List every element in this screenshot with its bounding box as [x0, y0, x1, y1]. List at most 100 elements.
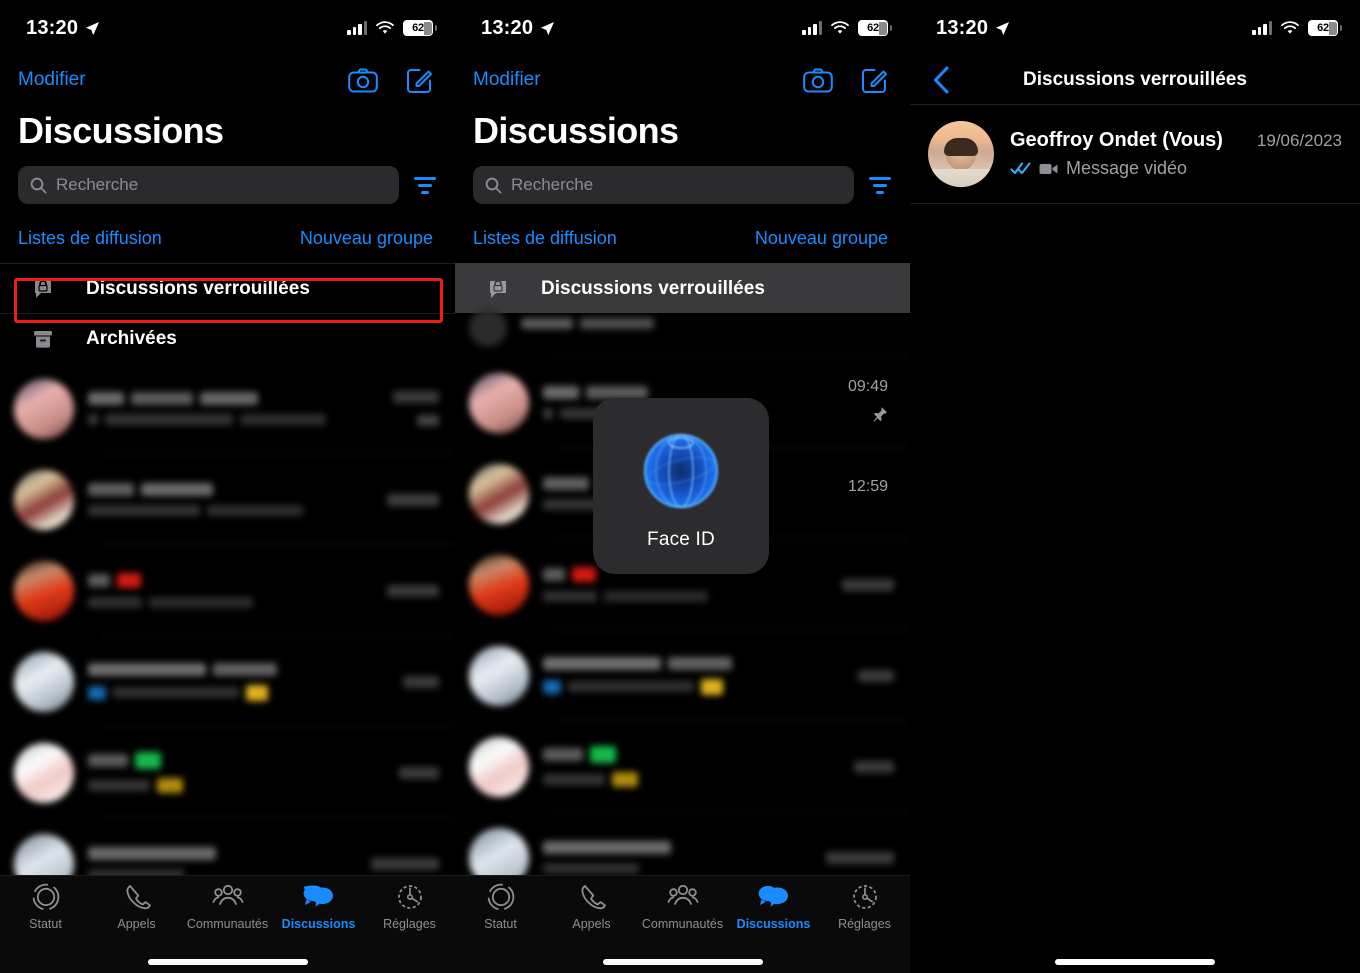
tab-label: Réglages [383, 917, 436, 931]
chat-bubbles-icon [758, 885, 788, 907]
chat-timestamp: 12:59 [847, 478, 888, 495]
chat-meta [365, 766, 439, 779]
locked-chat-content: Geoffroy Ondet (Vous) 19/06/2023 Message… [994, 129, 1342, 179]
tab-label: Discussions [736, 917, 811, 931]
edit-button[interactable]: Modifier [473, 69, 541, 91]
quick-links: Listes de diffusion Nouveau groupe [0, 204, 455, 263]
chat-list-item[interactable] [455, 299, 910, 357]
location-arrow-icon [996, 21, 1010, 35]
chat-preview [74, 662, 365, 701]
chat-list-item[interactable] [0, 727, 455, 818]
broadcast-lists-link[interactable]: Listes de diffusion [473, 228, 617, 249]
chat-list-item[interactable] [0, 363, 455, 454]
tab-label: Réglages [838, 917, 891, 931]
page-title: Discussions [18, 110, 224, 151]
chat-meta [820, 760, 894, 773]
chat-list-item[interactable] [455, 721, 910, 812]
status-bar-left: 13:20 [936, 17, 1010, 40]
avatar [14, 651, 74, 712]
chat-meta [365, 391, 439, 426]
archive-box-icon [0, 327, 86, 351]
tab-discussions[interactable]: Discussions [728, 882, 819, 931]
tab-discussions[interactable]: Discussions [273, 882, 364, 931]
tab-communautes[interactable]: Communautés [182, 882, 273, 931]
locked-chat-icon [0, 276, 86, 302]
avatar [14, 378, 74, 439]
chat-timestamp: 09:49 [848, 378, 888, 422]
search-input[interactable]: Recherche [18, 166, 399, 204]
avatar [469, 463, 529, 524]
tab-bar: Statut Appels Communautés Discussions Ré… [0, 875, 455, 973]
tab-reglages[interactable]: Réglages [364, 882, 455, 931]
search-row: Recherche [455, 152, 910, 204]
chat-preview [74, 483, 365, 516]
search-placeholder: Recherche [511, 175, 594, 194]
locked-chats-label: Discussions verrouillées [541, 277, 765, 299]
face-id-label: Face ID [647, 529, 715, 550]
compose-icon[interactable] [861, 67, 888, 94]
panel-face-id-prompt: 13:20 62 Modifier Discussions Recherche … [455, 0, 910, 973]
tab-appels[interactable]: Appels [546, 882, 637, 931]
edit-button[interactable]: Modifier [18, 69, 86, 91]
camera-icon[interactable] [803, 67, 833, 93]
chat-meta [365, 584, 439, 597]
broadcast-lists-link[interactable]: Listes de diffusion [18, 228, 162, 249]
face-id-orb-icon [643, 433, 719, 509]
chat-list-item[interactable] [0, 454, 455, 545]
phone-icon [580, 885, 606, 910]
contact-name: Geoffroy Ondet (Vous) [1010, 129, 1223, 151]
status-bar-right: 62 [347, 20, 437, 36]
phone-icon [125, 885, 151, 910]
filter-icon[interactable] [868, 176, 892, 194]
locked-chats-label: Discussions verrouillées [86, 277, 310, 299]
chat-preview [529, 656, 820, 695]
status-bar: 13:20 62 [455, 0, 910, 56]
tab-appels[interactable]: Appels [91, 882, 182, 931]
tab-bar: Statut Appels Communautés Discussions Ré… [455, 875, 910, 973]
avatar [928, 121, 994, 187]
compose-icon[interactable] [406, 67, 433, 94]
locked-chat-list-item[interactable]: Geoffroy Ondet (Vous) 19/06/2023 Message… [910, 104, 1360, 204]
double-check-read-icon [1010, 162, 1031, 175]
message-date: 19/06/2023 [1256, 131, 1342, 150]
chat-preview [529, 746, 820, 787]
wifi-icon [376, 20, 394, 34]
cellular-signal-icon [347, 21, 367, 35]
locked-chats-row[interactable]: Discussions verrouillées [0, 263, 455, 313]
search-input[interactable]: Recherche [473, 166, 854, 204]
chat-preview [507, 318, 894, 338]
communities-people-icon [667, 884, 698, 905]
avatar [469, 736, 529, 797]
new-group-link[interactable]: Nouveau groupe [755, 228, 888, 249]
tab-label: Statut [29, 917, 62, 931]
search-icon [30, 177, 47, 193]
face-id-overlay: Face ID [593, 398, 769, 574]
archived-row[interactable]: Archivées [0, 313, 455, 363]
chat-list-item[interactable] [0, 636, 455, 727]
tab-statut[interactable]: Statut [455, 882, 546, 931]
tab-label: Communautés [186, 917, 269, 931]
home-indicator [147, 959, 308, 965]
location-arrow-icon [86, 21, 100, 35]
new-group-link[interactable]: Nouveau groupe [300, 228, 433, 249]
status-bar-time: 13:20 [481, 16, 534, 39]
tab-communautes[interactable]: Communautés [637, 882, 728, 931]
chat-preview [74, 752, 365, 793]
video-camera-icon [1039, 163, 1058, 174]
filter-icon[interactable] [413, 176, 437, 194]
chat-list-item[interactable] [0, 545, 455, 636]
nav-actions [803, 67, 888, 94]
chat-meta [365, 675, 439, 688]
status-ring-icon [32, 883, 59, 911]
camera-icon[interactable] [348, 67, 378, 93]
tab-reglages[interactable]: Réglages [819, 882, 910, 931]
search-row: Recherche [0, 152, 455, 204]
tab-statut[interactable]: Statut [0, 882, 91, 931]
chat-preview [74, 392, 365, 425]
chat-meta [820, 578, 894, 591]
panel-chats-list: 13:20 62 Modifier Discussions Recherche … [0, 0, 455, 973]
status-bar-right: 62 [1252, 20, 1342, 36]
chat-list-item[interactable] [455, 630, 910, 721]
status-bar-left: 13:20 [26, 17, 100, 40]
chat-list [455, 299, 910, 903]
